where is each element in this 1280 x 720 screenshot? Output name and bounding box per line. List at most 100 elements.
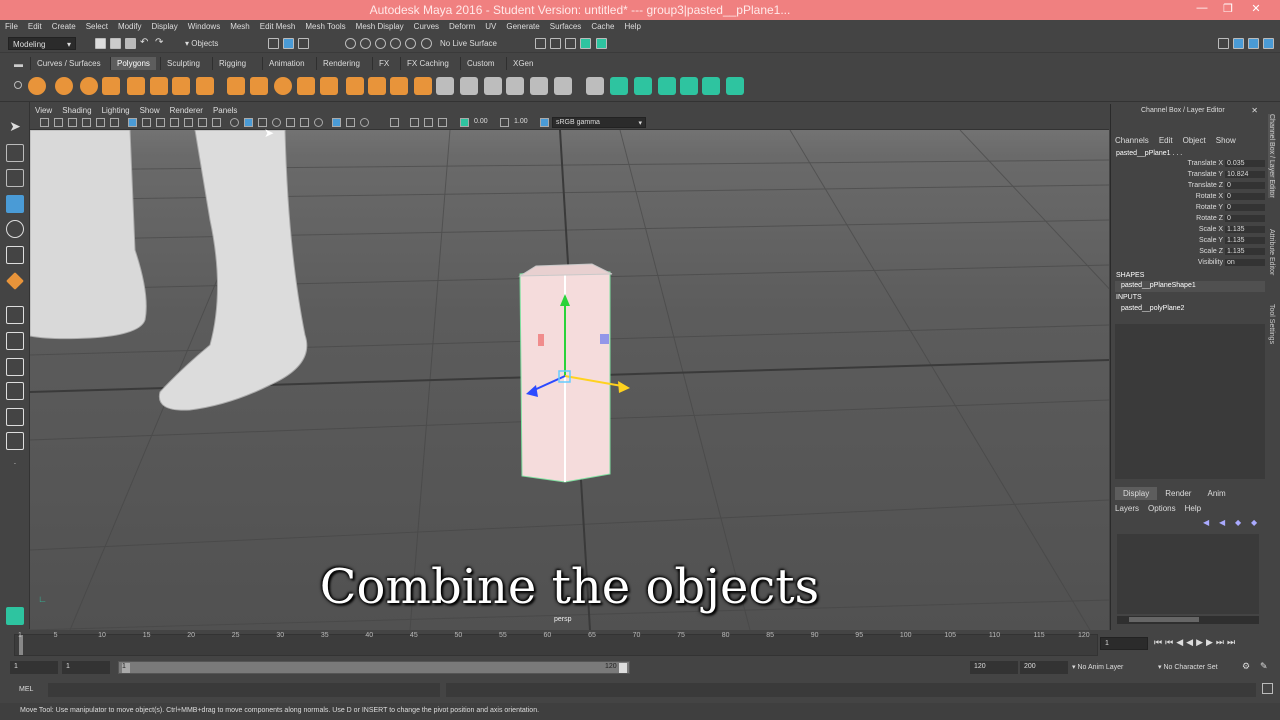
isolate-select-icon[interactable]	[390, 118, 399, 127]
poly-uv-camera-icon[interactable]	[634, 77, 652, 95]
close-panel-icon[interactable]: ✕	[1251, 106, 1258, 115]
field-chart-icon[interactable]	[184, 118, 193, 127]
poly-extrude-icon[interactable]	[368, 77, 386, 95]
attr-rotate-x[interactable]: Rotate X0	[1111, 193, 1267, 204]
motion-blur-icon[interactable]	[410, 118, 419, 127]
grid-toggle-icon[interactable]	[128, 118, 137, 127]
workspace-icon[interactable]	[1218, 38, 1229, 49]
step-back-icon[interactable]: ◀	[1176, 637, 1186, 647]
shelf-tab-rendering[interactable]: Rendering	[316, 57, 366, 70]
attr-scale-x[interactable]: Scale X 1.135	[1111, 226, 1267, 237]
poly-smooth-icon[interactable]	[297, 77, 315, 95]
menu-file[interactable]: File	[0, 20, 23, 31]
layer-move-up-icon[interactable]: ◀	[1203, 518, 1209, 527]
persp-outliner-layout-icon[interactable]	[6, 358, 24, 376]
menu-curves[interactable]: Curves	[409, 20, 444, 31]
attr-value[interactable]: 0	[1225, 204, 1265, 211]
poly-helix-icon[interactable]	[227, 77, 245, 95]
mode-dropdown[interactable]: Modeling ▾	[8, 37, 76, 50]
resolution-gate-icon[interactable]	[156, 118, 165, 127]
menu-deform[interactable]: Deform	[444, 20, 480, 31]
lasso-tool-icon[interactable]	[6, 144, 24, 162]
go-to-start-icon[interactable]: ⏮	[1154, 637, 1165, 647]
shelf-tab-xgen[interactable]: XGen	[506, 57, 539, 70]
viewport-menu-view[interactable]: View	[30, 104, 57, 115]
menu-mesh[interactable]: Mesh	[225, 20, 255, 31]
layer-tab-render[interactable]: Render	[1157, 487, 1199, 500]
layer-tab-anim[interactable]: Anim	[1199, 487, 1233, 500]
step-back-key-icon[interactable]: ⏮	[1165, 637, 1176, 647]
last-tool-icon[interactable]	[6, 272, 24, 290]
poly-multi-cut-icon[interactable]	[460, 77, 478, 95]
menu-edit-mesh[interactable]: Edit Mesh	[255, 20, 301, 31]
ambient-occlusion-icon[interactable]	[314, 118, 323, 127]
more-layouts-icon[interactable]: ·	[6, 459, 24, 477]
script-editor-icon[interactable]	[1262, 683, 1273, 694]
use-all-lights-icon[interactable]	[286, 118, 295, 127]
viewport-menu-shading[interactable]: Shading	[57, 104, 96, 115]
play-forward-icon[interactable]: ▶	[1196, 637, 1206, 647]
menu-mesh-display[interactable]: Mesh Display	[351, 20, 409, 31]
input-node[interactable]: pasted__polyPlane2	[1115, 304, 1265, 315]
poly-soft-edge-icon[interactable]	[680, 77, 698, 95]
bookmarks-icon[interactable]	[68, 118, 77, 127]
go-to-end-icon[interactable]: ⏭	[1227, 637, 1238, 647]
attr-rotate-z[interactable]: Rotate Z0	[1111, 215, 1267, 226]
layer-move-down-icon[interactable]: ◀	[1219, 518, 1225, 527]
snap-point-icon[interactable]	[375, 38, 386, 49]
close-button[interactable]: ✕	[1244, 2, 1268, 18]
attr-translate-z[interactable]: Translate Z0	[1111, 182, 1267, 193]
current-frame-field[interactable]: 1	[1100, 637, 1148, 650]
four-view-layout-icon[interactable]	[6, 332, 24, 350]
shelf-tab-rigging[interactable]: Rigging	[212, 57, 252, 70]
menu-cache[interactable]: Cache	[586, 20, 619, 31]
viewport-menu-renderer[interactable]: Renderer	[165, 104, 208, 115]
range-end-handle[interactable]	[619, 663, 627, 673]
paint-select-tool-icon[interactable]	[6, 169, 24, 187]
single-perspective-layout-icon[interactable]	[6, 306, 24, 324]
attr-translate-y[interactable]: Translate Y 10.824	[1111, 171, 1267, 182]
select-tool-icon[interactable]: ➤	[6, 118, 24, 136]
poly-append-icon[interactable]	[506, 77, 524, 95]
viewport-menu-panels[interactable]: Panels	[208, 104, 242, 115]
channel-menu-channels[interactable]: Channels	[1115, 136, 1149, 145]
channel-menu-show[interactable]: Show	[1216, 136, 1236, 145]
playback-start-field[interactable]: 1	[62, 661, 110, 674]
command-input[interactable]	[48, 683, 440, 697]
color-management-icon[interactable]	[540, 118, 549, 127]
shelf-tab-custom[interactable]: Custom	[460, 57, 501, 70]
attr-value[interactable]: 1.135	[1225, 226, 1265, 233]
poly-cylinder-icon[interactable]	[80, 77, 98, 95]
poly-bevel-icon[interactable]	[414, 77, 432, 95]
poly-merge-icon[interactable]	[484, 77, 502, 95]
gate-mask-icon[interactable]	[170, 118, 179, 127]
attr-value[interactable]: 0	[1225, 182, 1265, 189]
viewport-menu-show[interactable]: Show	[135, 104, 165, 115]
live-surface-label[interactable]: No Live Surface	[440, 39, 497, 48]
depth-of-field-icon[interactable]	[438, 118, 447, 127]
shelf-tab-fx[interactable]: FX	[372, 57, 395, 70]
anim-layer-dropdown[interactable]: ▾ No Anim Layer	[1072, 663, 1123, 671]
layer-menu-layers[interactable]: Layers	[1115, 504, 1139, 513]
attr-value[interactable]: on	[1225, 259, 1265, 266]
attr-translate-x[interactable]: Translate X 0.035	[1111, 160, 1267, 171]
safe-action-icon[interactable]	[198, 118, 207, 127]
minimize-button[interactable]: —	[1190, 2, 1214, 18]
animation-end-field[interactable]: 200	[1020, 661, 1068, 674]
mel-label[interactable]: MEL	[19, 686, 33, 693]
shelf-tab-animation[interactable]: Animation	[262, 57, 311, 70]
step-forward-key-icon[interactable]: ⏭	[1216, 637, 1227, 647]
step-forward-icon[interactable]: ▶	[1206, 637, 1216, 647]
menu-windows[interactable]: Windows	[183, 20, 225, 31]
object-name[interactable]: pasted__pPlane1 . . .	[1116, 150, 1182, 157]
persp-graph-layout-icon[interactable]	[6, 382, 24, 400]
2d-pan-zoom-icon[interactable]	[96, 118, 105, 127]
new-layer-selected-icon[interactable]: ◆	[1251, 518, 1257, 527]
render-current-icon[interactable]	[535, 38, 546, 49]
rotate-tool-icon[interactable]	[6, 220, 24, 238]
menu-generate[interactable]: Generate	[501, 20, 544, 31]
ipr-render-icon[interactable]	[550, 38, 561, 49]
attr-value[interactable]: 1.135	[1225, 237, 1265, 244]
shape-node[interactable]: pasted__pPlaneShape1	[1115, 281, 1265, 292]
menu-modify[interactable]: Modify	[113, 20, 147, 31]
